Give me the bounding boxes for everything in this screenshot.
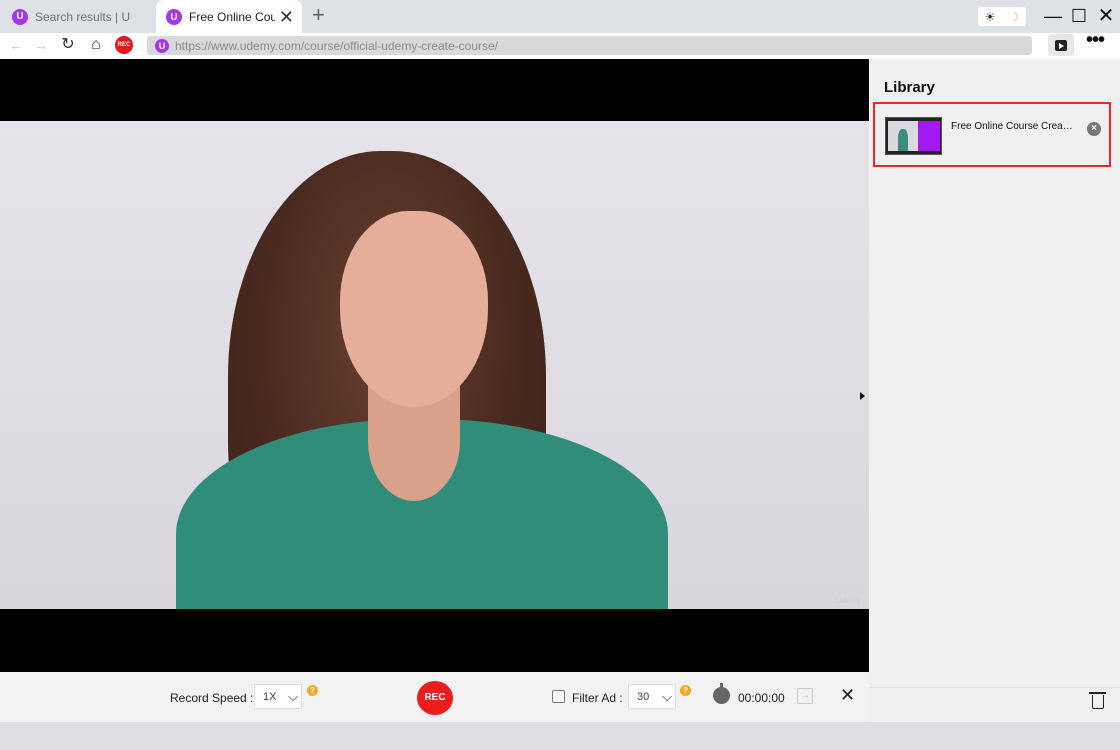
library-item[interactable]: Free Online Course Creati... × — [873, 102, 1111, 167]
filter-ad-help-icon[interactable]: ? — [680, 685, 691, 696]
trash-icon[interactable] — [1089, 692, 1106, 709]
video-player[interactable]: Udemy — [0, 59, 869, 672]
stop-arrow-icon[interactable]: → — [797, 688, 813, 704]
video-library-icon[interactable] — [1048, 34, 1074, 56]
reload-icon[interactable]: ↻ — [58, 35, 78, 55]
timer-readout: 00:00:00 — [738, 691, 785, 705]
record-speed-value: 1X — [263, 690, 277, 703]
remove-item-icon[interactable]: × — [1087, 122, 1101, 136]
expand-panel-arrow-icon[interactable] — [860, 392, 865, 400]
chevron-down-icon: ⌵ — [288, 689, 298, 704]
record-button[interactable]: REC — [417, 681, 453, 715]
rec-badge-button[interactable]: REC — [115, 36, 133, 54]
bottom-strip — [0, 722, 1120, 750]
thumbnail-right-shape — [918, 121, 940, 151]
filter-ad-checkbox[interactable] — [552, 690, 565, 703]
udemy-favicon-icon: U — [12, 8, 28, 25]
thumbnail-left-shape — [888, 121, 918, 151]
url-text: https://www.udemy.com/course/official-ud… — [175, 38, 499, 53]
record-speed-select[interactable]: 1X ⌵ — [254, 684, 302, 709]
presenter-face-shape — [340, 211, 488, 407]
library-item-title: Free Online Course Creati... — [951, 121, 1073, 132]
window-close-icon[interactable]: ✕ — [1093, 4, 1119, 28]
udemy-favicon-icon: U — [166, 9, 182, 25]
tab-search-results[interactable]: U Search results | U — [0, 0, 154, 33]
tab-label: Free Online Cour — [189, 10, 275, 24]
address-bar[interactable]: U https://www.udemy.com/course/official-… — [147, 36, 1032, 55]
udemy-favicon-icon: U — [155, 38, 169, 53]
moon-icon[interactable]: ☽ — [1002, 10, 1026, 24]
record-speed-label: Record Speed : — [170, 691, 254, 705]
new-tab-plus-icon[interactable]: + — [312, 4, 325, 26]
forward-arrow-icon[interactable]: → — [31, 35, 51, 55]
video-box-glyph — [1055, 39, 1067, 51]
video-thumbnail[interactable] — [885, 117, 942, 155]
stopwatch-icon — [713, 683, 730, 704]
minimize-icon[interactable]: — — [1040, 4, 1066, 28]
filter-ad-value: 30 — [637, 690, 650, 703]
filter-ad-label: Filter Ad : — [572, 691, 623, 705]
home-icon[interactable]: ⌂ — [86, 35, 106, 55]
filter-ad-select[interactable]: 30 ⌵ — [628, 684, 676, 709]
maximize-icon[interactable]: ☐ — [1066, 4, 1092, 28]
navigation-toolbar: ← → ↻ ⌂ REC U https://www.udemy.com/cour… — [0, 30, 1120, 59]
back-arrow-icon[interactable]: ← — [6, 35, 26, 55]
library-divider — [869, 687, 1120, 688]
tab-free-online-course[interactable]: U Free Online Cour ✕ — [156, 0, 302, 34]
chevron-down-icon: ⌵ — [662, 689, 672, 704]
udemy-watermark: Udemy — [835, 596, 861, 605]
sun-icon[interactable]: ☀ — [978, 10, 1002, 24]
video-frame: Udemy — [0, 121, 869, 609]
library-panel: Library Free Online Course Creati... × — [869, 59, 1120, 722]
browser-window: U Search results | U U Free Online Cour … — [0, 0, 1120, 750]
close-controls-icon[interactable]: ✕ — [840, 685, 855, 706]
tab-close-icon[interactable]: ✕ — [279, 8, 294, 26]
library-title: Library — [884, 79, 935, 96]
more-menu-icon[interactable]: ••• — [1083, 30, 1107, 56]
tab-strip: U Search results | U U Free Online Cour … — [0, 0, 1120, 34]
record-controls-bar: Record Speed : 1X ⌵ ? REC Filter Ad : 30… — [0, 672, 869, 722]
theme-toggle[interactable]: ☀ ☽ — [978, 7, 1026, 26]
record-speed-help-icon[interactable]: ? — [307, 685, 318, 696]
tab-label: Search results | U — [35, 9, 131, 24]
